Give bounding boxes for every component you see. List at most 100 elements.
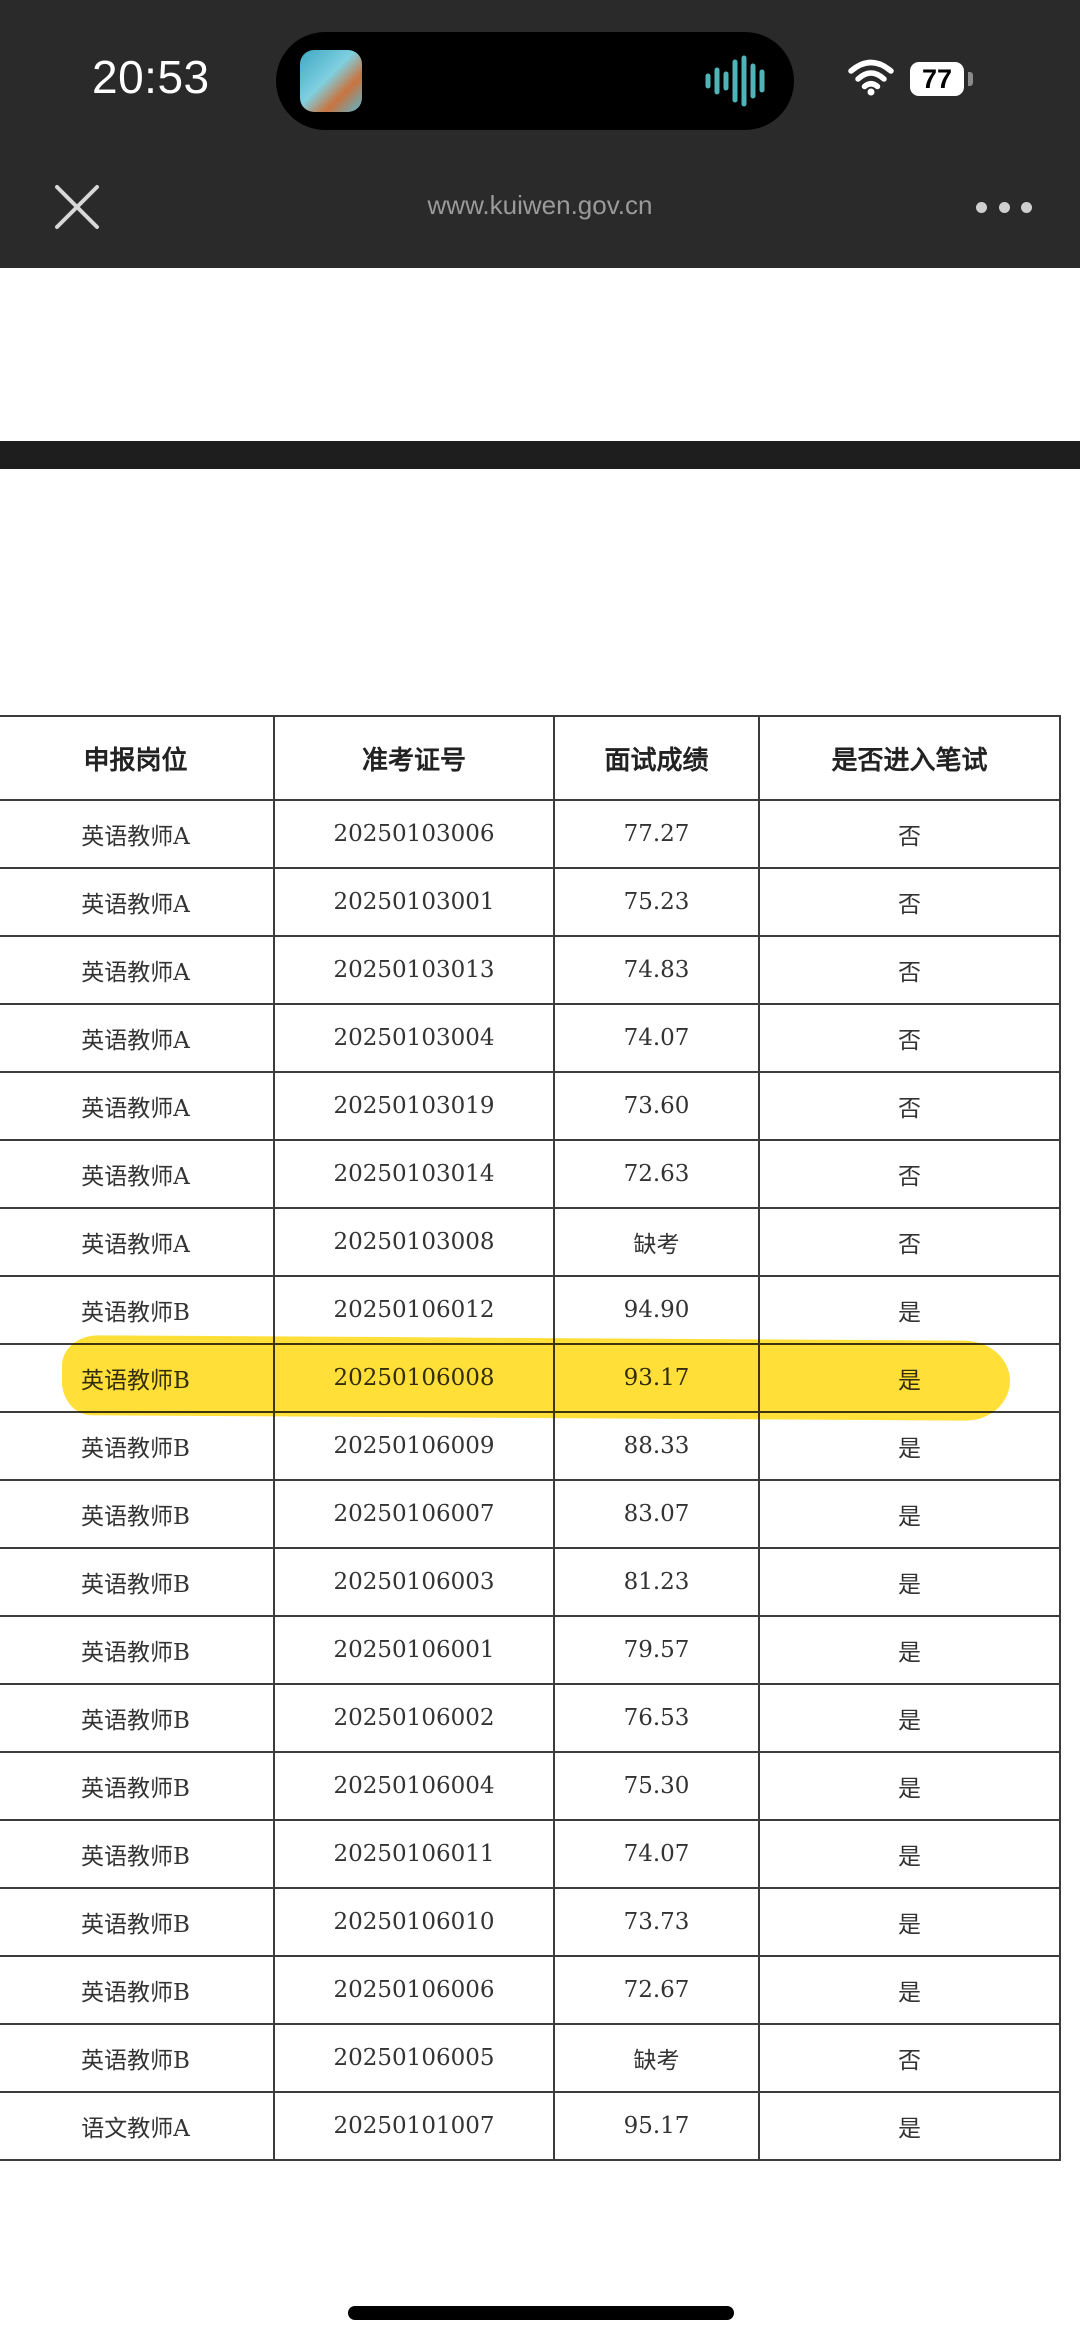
more-dot — [976, 201, 987, 213]
cell-position: 英语教师A — [0, 935, 275, 1005]
cell-written-exam-entry: 是 — [758, 1547, 1061, 1617]
table-row: 英语教师A 20250103014 72.63 否 — [0, 1139, 1061, 1209]
cell-exam-id: 20250106002 — [273, 1683, 555, 1753]
results-table-container: 申报岗位 准考证号 面试成绩 是否进入笔试 英语教师A 20250103006 77… — [0, 715, 1061, 2161]
header-exam-id: 准考证号 — [273, 715, 555, 801]
table-row: 英语教师B 20250106003 81.23 是 — [0, 1547, 1061, 1617]
cell-interview-score: 81.23 — [553, 1547, 760, 1617]
cell-exam-id: 20250106012 — [273, 1275, 555, 1345]
cell-exam-id: 20250103001 — [273, 867, 555, 937]
cell-written-exam-entry: 是 — [758, 1683, 1061, 1753]
cell-exam-id: 20250106010 — [273, 1887, 555, 1957]
battery-nub — [968, 72, 973, 86]
table-row: 英语教师A 20250103001 75.23 否 — [0, 867, 1061, 937]
dynamic-island[interactable] — [276, 32, 794, 130]
cell-written-exam-entry: 否 — [758, 2023, 1061, 2093]
cell-interview-score: 83.07 — [553, 1479, 760, 1549]
cell-position: 英语教师B — [0, 1411, 275, 1481]
cell-position: 英语教师B — [0, 1275, 275, 1345]
header-written-exam-entry: 是否进入笔试 — [758, 715, 1061, 801]
table-row: 语文教师A 20250101007 95.17 是 — [0, 2091, 1061, 2161]
cell-exam-id: 20250103014 — [273, 1139, 555, 1209]
cell-written-exam-entry: 否 — [758, 867, 1061, 937]
cell-written-exam-entry: 是 — [758, 1615, 1061, 1685]
battery-indicator: 77 — [910, 62, 964, 96]
cell-exam-id: 20250106001 — [273, 1615, 555, 1685]
table-row: 英语教师B 20250106007 83.07 是 — [0, 1479, 1061, 1549]
table-row: 英语教师B 20250106005 缺考否 — [0, 2023, 1061, 2093]
results-table: 申报岗位 准考证号 面试成绩 是否进入笔试 英语教师A 20250103006 77… — [0, 715, 1061, 2161]
table-row: 英语教师B 20250106010 73.73 是 — [0, 1887, 1061, 1957]
cell-exam-id: 20250106007 — [273, 1479, 555, 1549]
cell-written-exam-entry: 否 — [758, 799, 1061, 869]
table-header-row: 申报岗位 准考证号 面试成绩 是否进入笔试 — [0, 715, 1061, 801]
cell-position: 英语教师B — [0, 1615, 275, 1685]
cell-interview-score: 77.27 — [553, 799, 760, 869]
cell-position: 英语教师A — [0, 867, 275, 937]
cell-exam-id: 20250106005 — [273, 2023, 555, 2093]
cell-position: 英语教师B — [0, 1887, 275, 1957]
cell-interview-score: 88.33 — [553, 1411, 760, 1481]
header-interview-score: 面试成绩 — [553, 715, 760, 801]
cell-interview-score: 95.17 — [553, 2091, 760, 2161]
cell-exam-id: 20250103004 — [273, 1003, 555, 1073]
cell-written-exam-entry: 是 — [758, 1275, 1061, 1345]
cell-exam-id: 20250103008 — [273, 1207, 555, 1277]
more-icon[interactable] — [976, 196, 1032, 218]
cell-written-exam-entry: 是 — [758, 1751, 1061, 1821]
cell-written-exam-entry: 是 — [758, 1955, 1061, 2025]
cell-interview-score: 79.57 — [553, 1615, 760, 1685]
page-url: www.kuiwen.gov.cn — [427, 190, 653, 220]
cell-interview-score: 74.07 — [553, 1003, 760, 1073]
cell-interview-score: 74.83 — [553, 935, 760, 1005]
cell-position: 英语教师B — [0, 1955, 275, 2025]
table-body: 英语教师A 20250103006 77.27 否英语教师A 20250103001 75… — [0, 799, 1061, 2161]
cell-written-exam-entry: 是 — [758, 2091, 1061, 2161]
cell-interview-score: 75.23 — [553, 867, 760, 937]
cell-position: 英语教师B — [0, 1683, 275, 1753]
cell-written-exam-entry: 否 — [758, 1071, 1061, 1141]
table-row: 英语教师A 20250103008 缺考否 — [0, 1207, 1061, 1277]
cell-interview-score: 73.60 — [553, 1071, 760, 1141]
header-position: 申报岗位 — [0, 715, 275, 801]
cell-written-exam-entry: 是 — [758, 1887, 1061, 1957]
audio-waveform-icon — [705, 55, 765, 107]
cell-written-exam-entry: 是 — [758, 1819, 1061, 1889]
top-bar: 20:53 77 www.kuiwen.gov.cn — [0, 0, 1080, 268]
home-indicator[interactable] — [348, 2306, 734, 2320]
cell-interview-score: 缺考 — [553, 1207, 760, 1277]
status-time: 20:53 — [92, 51, 210, 103]
cell-interview-score: 72.67 — [553, 1955, 760, 2025]
cell-exam-id: 20250106009 — [273, 1411, 555, 1481]
cell-interview-score: 74.07 — [553, 1819, 760, 1889]
cell-position: 英语教师B — [0, 2023, 275, 2093]
cell-position: 英语教师B — [0, 1819, 275, 1889]
cell-written-exam-entry: 否 — [758, 935, 1061, 1005]
cell-position: 英语教师B — [0, 1479, 275, 1549]
table-row: 英语教师A 20250103004 74.07 否 — [0, 1003, 1061, 1073]
cell-written-exam-entry: 否 — [758, 1003, 1061, 1073]
table-row: 英语教师B 20250106011 74.07 是 — [0, 1819, 1061, 1889]
now-playing-artwork[interactable] — [300, 50, 362, 112]
cell-exam-id: 20250103013 — [273, 935, 555, 1005]
cell-interview-score: 73.73 — [553, 1887, 760, 1957]
more-dot — [998, 201, 1010, 213]
cell-position: 英语教师B — [0, 1751, 275, 1821]
document-divider — [0, 441, 1080, 469]
table-row: 英语教师B 20250106012 94.90 是 — [0, 1275, 1061, 1345]
cell-interview-score: 76.53 — [553, 1683, 760, 1753]
cell-position: 英语教师A — [0, 799, 275, 869]
table-row: 英语教师A 20250103006 77.27 否 — [0, 799, 1061, 869]
cell-written-exam-entry: 否 — [758, 1139, 1061, 1209]
cell-exam-id: 20250103019 — [273, 1071, 555, 1141]
table-row: 英语教师B 20250106006 72.67 是 — [0, 1955, 1061, 2025]
cell-exam-id: 20250106006 — [273, 1955, 555, 2025]
cell-position: 英语教师A — [0, 1071, 275, 1141]
cell-exam-id: 20250101007 — [273, 2091, 555, 2161]
cell-exam-id: 20250106011 — [273, 1819, 555, 1889]
cell-position: 英语教师A — [0, 1207, 275, 1277]
cell-position: 英语教师B — [0, 1547, 275, 1617]
table-row: 英语教师B 20250106001 79.57 是 — [0, 1615, 1061, 1685]
table-row: 英语教师A 20250103013 74.83 否 — [0, 935, 1061, 1005]
cell-interview-score: 缺考 — [553, 2023, 760, 2093]
